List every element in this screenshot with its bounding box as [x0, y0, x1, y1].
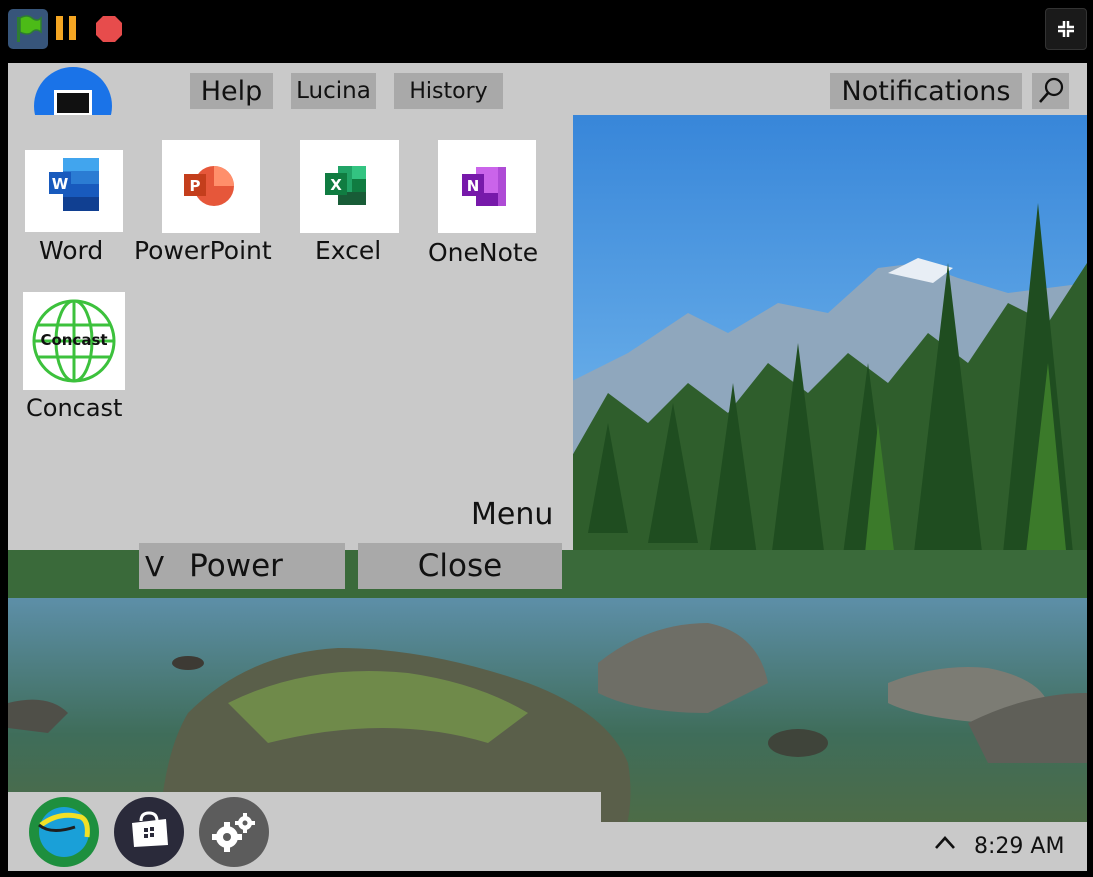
excel-icon: X [300, 140, 399, 233]
concast-icon: Concast [23, 292, 125, 390]
power-label: Power [189, 548, 283, 584]
app-excel[interactable]: X Excel [300, 140, 400, 270]
stop-icon[interactable] [95, 15, 123, 43]
notifications-button[interactable]: Notifications [830, 73, 1022, 109]
search-icon[interactable] [1032, 73, 1069, 109]
onenote-icon: N [438, 140, 536, 233]
chevron-down-icon: V [145, 549, 165, 583]
history-button[interactable]: History [394, 73, 503, 109]
svg-text:Concast: Concast [40, 331, 107, 349]
player-toolbar [0, 0, 1093, 57]
help-button[interactable]: Help [190, 73, 273, 109]
svg-text:X: X [330, 176, 342, 194]
word-icon: W [25, 150, 123, 232]
power-button[interactable]: V Power [139, 543, 345, 589]
svg-text:W: W [52, 175, 69, 193]
exit-fullscreen-icon[interactable] [1045, 8, 1087, 50]
settings-icon[interactable] [199, 797, 269, 867]
powerpoint-icon: P [162, 140, 260, 233]
svg-text:N: N [467, 177, 480, 195]
app-powerpoint[interactable]: P PowerPoint [133, 140, 283, 270]
user-button[interactable]: Lucina [291, 73, 376, 109]
pause-icon[interactable] [56, 16, 82, 42]
app-concast[interactable]: Concast Concast [23, 292, 133, 422]
app-label: Word [39, 236, 104, 265]
app-label: Excel [315, 236, 382, 265]
store-icon[interactable] [114, 797, 184, 867]
app-label: PowerPoint [134, 236, 272, 265]
start-menu: W Word P PowerPoint X Excel N OneNote Co… [8, 115, 573, 589]
app-word[interactable]: W Word [25, 150, 123, 270]
clock[interactable]: 8:29 AM [974, 834, 1064, 859]
green-flag-icon[interactable] [8, 9, 48, 49]
close-label: Close [417, 548, 503, 584]
browser-icon[interactable] [29, 797, 99, 867]
close-button[interactable]: Close [358, 543, 562, 589]
app-label: Concast [26, 394, 123, 422]
svg-text:P: P [190, 177, 201, 195]
app-onenote[interactable]: N OneNote [426, 140, 566, 275]
menu-title: Menu [471, 497, 554, 532]
app-label: OneNote [428, 238, 539, 267]
desktop-stage: Help Lucina History Notifications W Word [8, 63, 1087, 871]
tray-chevron-up-icon[interactable] [933, 833, 957, 859]
